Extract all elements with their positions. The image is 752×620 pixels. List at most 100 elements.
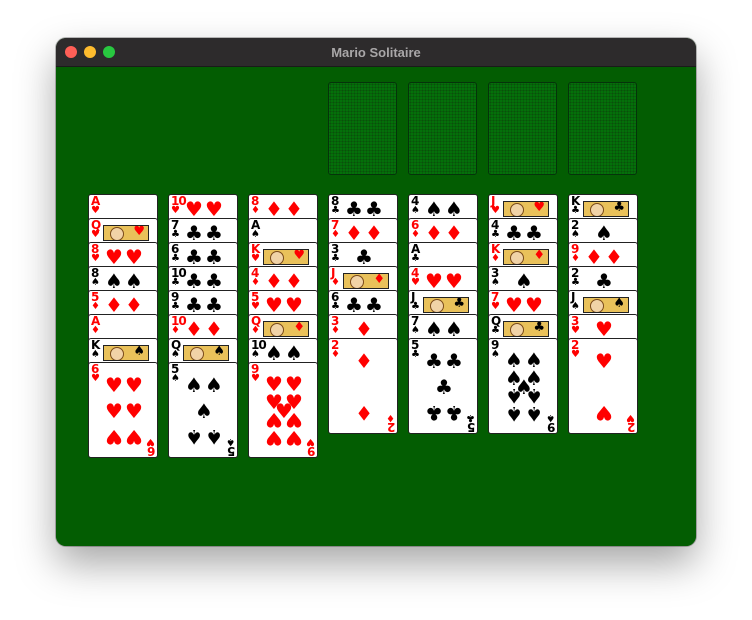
clubs-icon: ♣ (466, 412, 475, 423)
hearts-icon: ♥ (595, 349, 613, 374)
clubs-icon: ♣ (435, 375, 453, 399)
face-card-art: ♥ (103, 225, 149, 241)
clubs-icon: ♣ (453, 297, 465, 311)
diamonds-icon: ♦ (491, 253, 500, 264)
hearts-icon: ♥ (491, 301, 500, 312)
hearts-icon: ♥ (505, 293, 523, 317)
diamonds-icon: ♦ (251, 205, 260, 216)
diamonds-icon: ♦ (251, 325, 260, 336)
spades-icon: ♠ (571, 229, 580, 240)
diamonds-icon: ♦ (345, 221, 363, 245)
hearts-icon: ♥ (105, 245, 123, 269)
spades-icon: ♠ (613, 297, 625, 311)
face-card-art: ♣ (503, 321, 549, 337)
clubs-icon: ♣ (185, 269, 203, 293)
card-col7-7[interactable]: 2 ♥ 2 ♥ ♥ ♥ (568, 338, 638, 434)
hearts-icon: ♥ (133, 225, 145, 239)
foundation-3[interactable] (488, 82, 557, 175)
diamonds-icon: ♦ (445, 221, 463, 245)
clubs-icon: ♣ (171, 301, 180, 312)
card-col2-8[interactable]: 5 ♠ 5 ♠ ♠ ♠ ♠ ♠ ♠ (168, 362, 238, 458)
foundation-4[interactable] (568, 82, 637, 175)
spades-icon: ♠ (505, 402, 523, 427)
diamonds-icon: ♦ (355, 349, 373, 374)
clubs-icon: ♣ (345, 293, 363, 317)
clubs-icon: ♣ (185, 221, 203, 245)
spades-icon: ♠ (205, 424, 223, 449)
title-bar[interactable]: Mario Solitaire (56, 38, 696, 67)
clubs-icon: ♣ (171, 277, 180, 288)
diamonds-icon: ♦ (265, 197, 283, 221)
spades-icon: ♠ (133, 345, 145, 359)
foundation-1[interactable] (328, 82, 397, 175)
hearts-icon: ♥ (125, 424, 143, 449)
spades-icon: ♠ (226, 436, 235, 447)
clubs-icon: ♣ (411, 253, 420, 264)
card-col6-7[interactable]: 9 ♠ 9 ♠ ♠ ♠ ♠ ♠ ♠ ♠ ♠ ♠ ♠ (488, 338, 558, 434)
clubs-icon: ♣ (365, 293, 383, 317)
clubs-icon: ♣ (505, 221, 523, 245)
clubs-icon: ♣ (331, 301, 340, 312)
diamonds-icon: ♦ (91, 301, 100, 312)
diamonds-icon: ♦ (285, 269, 303, 293)
hearts-icon: ♥ (306, 436, 315, 447)
clubs-icon: ♣ (355, 245, 373, 269)
face-card-art: ♦ (503, 249, 549, 265)
hearts-icon: ♥ (571, 325, 580, 336)
hearts-icon: ♥ (146, 436, 155, 447)
spades-icon: ♠ (491, 277, 500, 288)
hearts-icon: ♥ (533, 201, 545, 215)
character-head-icon (510, 251, 524, 264)
hearts-icon: ♥ (125, 373, 143, 398)
face-card-art: ♠ (103, 345, 149, 361)
hearts-icon: ♥ (626, 412, 635, 423)
spades-icon: ♠ (251, 349, 260, 360)
clubs-icon: ♣ (171, 253, 180, 264)
hearts-icon: ♥ (125, 245, 143, 269)
clubs-icon: ♣ (185, 245, 203, 269)
diamonds-icon: ♦ (355, 400, 373, 425)
diamonds-icon: ♦ (365, 221, 383, 245)
character-head-icon (270, 251, 284, 264)
card-col3-8[interactable]: 9 ♥ 9 ♥ ♥ ♥ ♥ ♥ ♥ ♥ ♥ ♥ ♥ (248, 362, 318, 458)
spades-icon: ♠ (195, 399, 213, 423)
clubs-icon: ♣ (491, 229, 500, 240)
card-col5-7[interactable]: 5 ♣ 5 ♣ ♣ ♣ ♣ ♣ ♣ (408, 338, 478, 434)
card-col4-7[interactable]: 2 ♦ 2 ♦ ♦ ♦ (328, 338, 398, 434)
clubs-icon: ♣ (205, 245, 223, 269)
hearts-icon: ♥ (251, 373, 260, 384)
clubs-icon: ♣ (595, 269, 613, 293)
diamonds-icon: ♦ (171, 325, 180, 336)
window-title: Mario Solitaire (331, 45, 421, 60)
diamonds-icon: ♦ (331, 325, 340, 336)
character-head-icon (190, 347, 204, 360)
spades-icon: ♠ (411, 325, 420, 336)
character-head-icon (510, 323, 524, 336)
character-head-icon (590, 299, 604, 312)
spades-icon: ♠ (491, 349, 500, 360)
diamonds-icon: ♦ (205, 317, 223, 341)
hearts-icon: ♥ (91, 205, 100, 216)
spades-icon: ♠ (265, 341, 283, 365)
hearts-icon: ♥ (595, 317, 613, 341)
hearts-icon: ♥ (425, 269, 443, 293)
spades-icon: ♠ (525, 402, 543, 427)
card-col1-8[interactable]: 6 ♥ 6 ♥ ♥ ♥ ♥ ♥ ♥ ♥ (88, 362, 158, 458)
app-window: Mario Solitaire A ♥ Q ♥ ♥ 8 ♥ ♥ ♥ 8 ♠ ♠ ♠ 5 ♦ ♦ ♦ A ♦ K ♠ ♠ 6 ♥… (56, 38, 696, 546)
diamonds-icon: ♦ (533, 249, 545, 263)
diamonds-icon: ♦ (331, 277, 340, 288)
face-card-art: ♠ (583, 297, 629, 313)
clubs-icon: ♣ (613, 201, 625, 215)
foundation-2[interactable] (408, 82, 477, 175)
spades-icon: ♠ (185, 424, 203, 449)
diamonds-icon: ♦ (605, 245, 623, 269)
diamonds-icon: ♦ (91, 325, 100, 336)
clubs-icon: ♣ (331, 253, 340, 264)
clubs-icon: ♣ (533, 321, 545, 335)
clubs-icon: ♣ (445, 349, 463, 374)
spades-icon: ♠ (571, 301, 580, 312)
hearts-icon: ♥ (185, 197, 203, 221)
spades-icon: ♠ (213, 345, 225, 359)
face-card-art: ♥ (503, 201, 549, 217)
face-card-art: ♣ (423, 297, 469, 313)
